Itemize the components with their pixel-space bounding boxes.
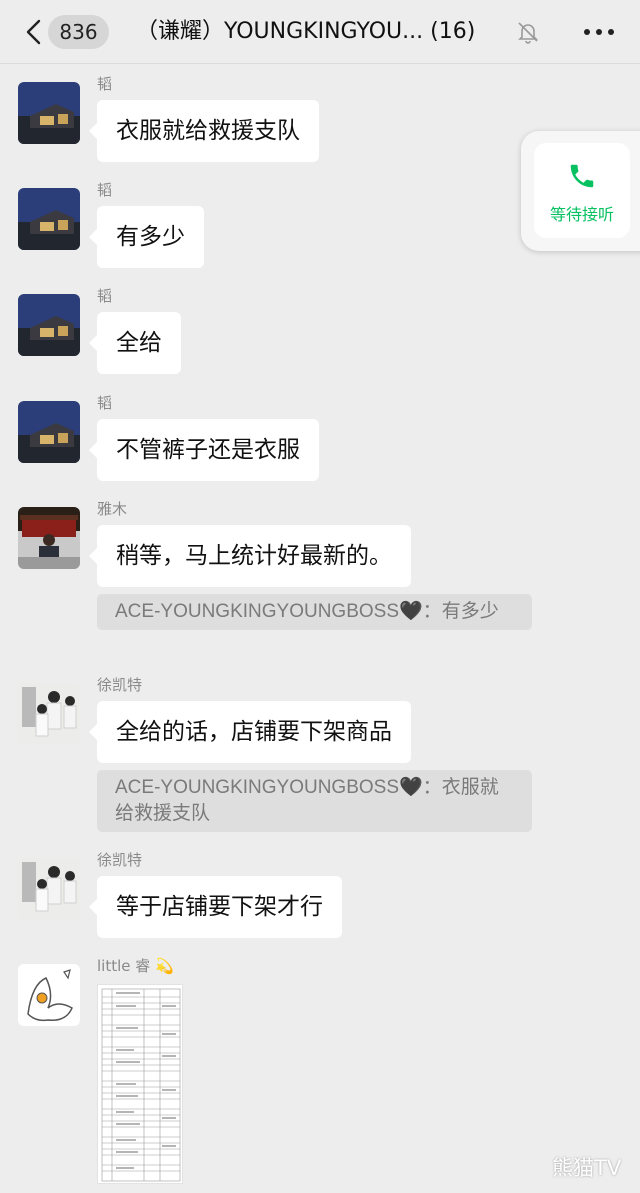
avatar[interactable] bbox=[18, 683, 80, 745]
call-status-label: 等待接听 bbox=[549, 205, 614, 224]
black-heart-icon: 🖤 bbox=[399, 777, 423, 798]
unread-count-badge[interactable]: 836 bbox=[48, 15, 109, 49]
sender-name: 雅木 bbox=[97, 500, 128, 518]
message-bubble[interactable]: 衣服就给救援支队 bbox=[89, 100, 319, 162]
quoted-reply[interactable]: ACE-YOUNGKINGYOUNGBOSS🖤：衣服就给救援支队 bbox=[97, 770, 532, 832]
message-bubble[interactable]: 稍等，马上统计好最新的。 bbox=[89, 525, 411, 587]
floating-call-widget[interactable]: 等待接听 bbox=[521, 131, 640, 251]
avatar[interactable] bbox=[18, 294, 80, 356]
sender-name: 韬 bbox=[97, 287, 113, 305]
dizzy-icon: 💫 bbox=[155, 957, 174, 975]
sender-name: 徐凯特 bbox=[97, 851, 143, 869]
sender-name: 徐凯特 bbox=[97, 676, 143, 694]
sender-name: 韬 bbox=[97, 181, 113, 199]
quoted-author: ACE-YOUNGKINGYOUNGBOSS bbox=[115, 777, 399, 798]
sender-name: 韬 bbox=[97, 394, 113, 412]
quoted-reply[interactable]: ACE-YOUNGKINGYOUNGBOSS🖤：有多少 bbox=[97, 594, 532, 630]
phone-icon bbox=[570, 164, 594, 188]
chat-header: 836 （谦耀）YOUNGKINGYOU... (16) bbox=[0, 0, 640, 64]
call-card[interactable]: 等待接听 bbox=[534, 143, 630, 238]
quoted-text: 有多少 bbox=[441, 601, 499, 622]
quote-separator: ： bbox=[422, 601, 442, 622]
message-bubble[interactable]: 不管裤子还是衣服 bbox=[89, 419, 319, 481]
black-heart-icon: 🖤 bbox=[399, 601, 423, 622]
more-options-icon[interactable] bbox=[584, 29, 614, 37]
message-bubble[interactable]: 全给 bbox=[89, 312, 181, 374]
avatar[interactable] bbox=[18, 858, 80, 920]
avatar[interactable] bbox=[18, 507, 80, 569]
sender-name: little 睿 💫 bbox=[97, 956, 174, 976]
document-image-thumbnail[interactable] bbox=[97, 984, 183, 1184]
avatar[interactable] bbox=[18, 82, 80, 144]
mute-bell-icon bbox=[518, 22, 538, 44]
avatar[interactable] bbox=[18, 401, 80, 463]
message-bubble[interactable]: 有多少 bbox=[89, 206, 204, 268]
watermark: 熊猫TV bbox=[552, 1156, 622, 1180]
message-bubble[interactable]: 全给的话，店铺要下架商品 bbox=[89, 701, 411, 763]
avatar[interactable] bbox=[18, 964, 80, 1026]
avatar[interactable] bbox=[18, 188, 80, 250]
sender-name: 韬 bbox=[97, 75, 113, 93]
message-bubble[interactable]: 等于店铺要下架才行 bbox=[89, 876, 342, 938]
table-document-icon bbox=[101, 988, 181, 1182]
chat-title: （谦耀）YOUNGKINGYOU... (16) bbox=[136, 19, 476, 44]
back-icon[interactable] bbox=[22, 19, 48, 45]
quoted-author: ACE-YOUNGKINGYOUNGBOSS bbox=[115, 601, 399, 622]
quote-separator: ： bbox=[422, 777, 442, 798]
sender-name-text: little 睿 bbox=[97, 957, 151, 975]
